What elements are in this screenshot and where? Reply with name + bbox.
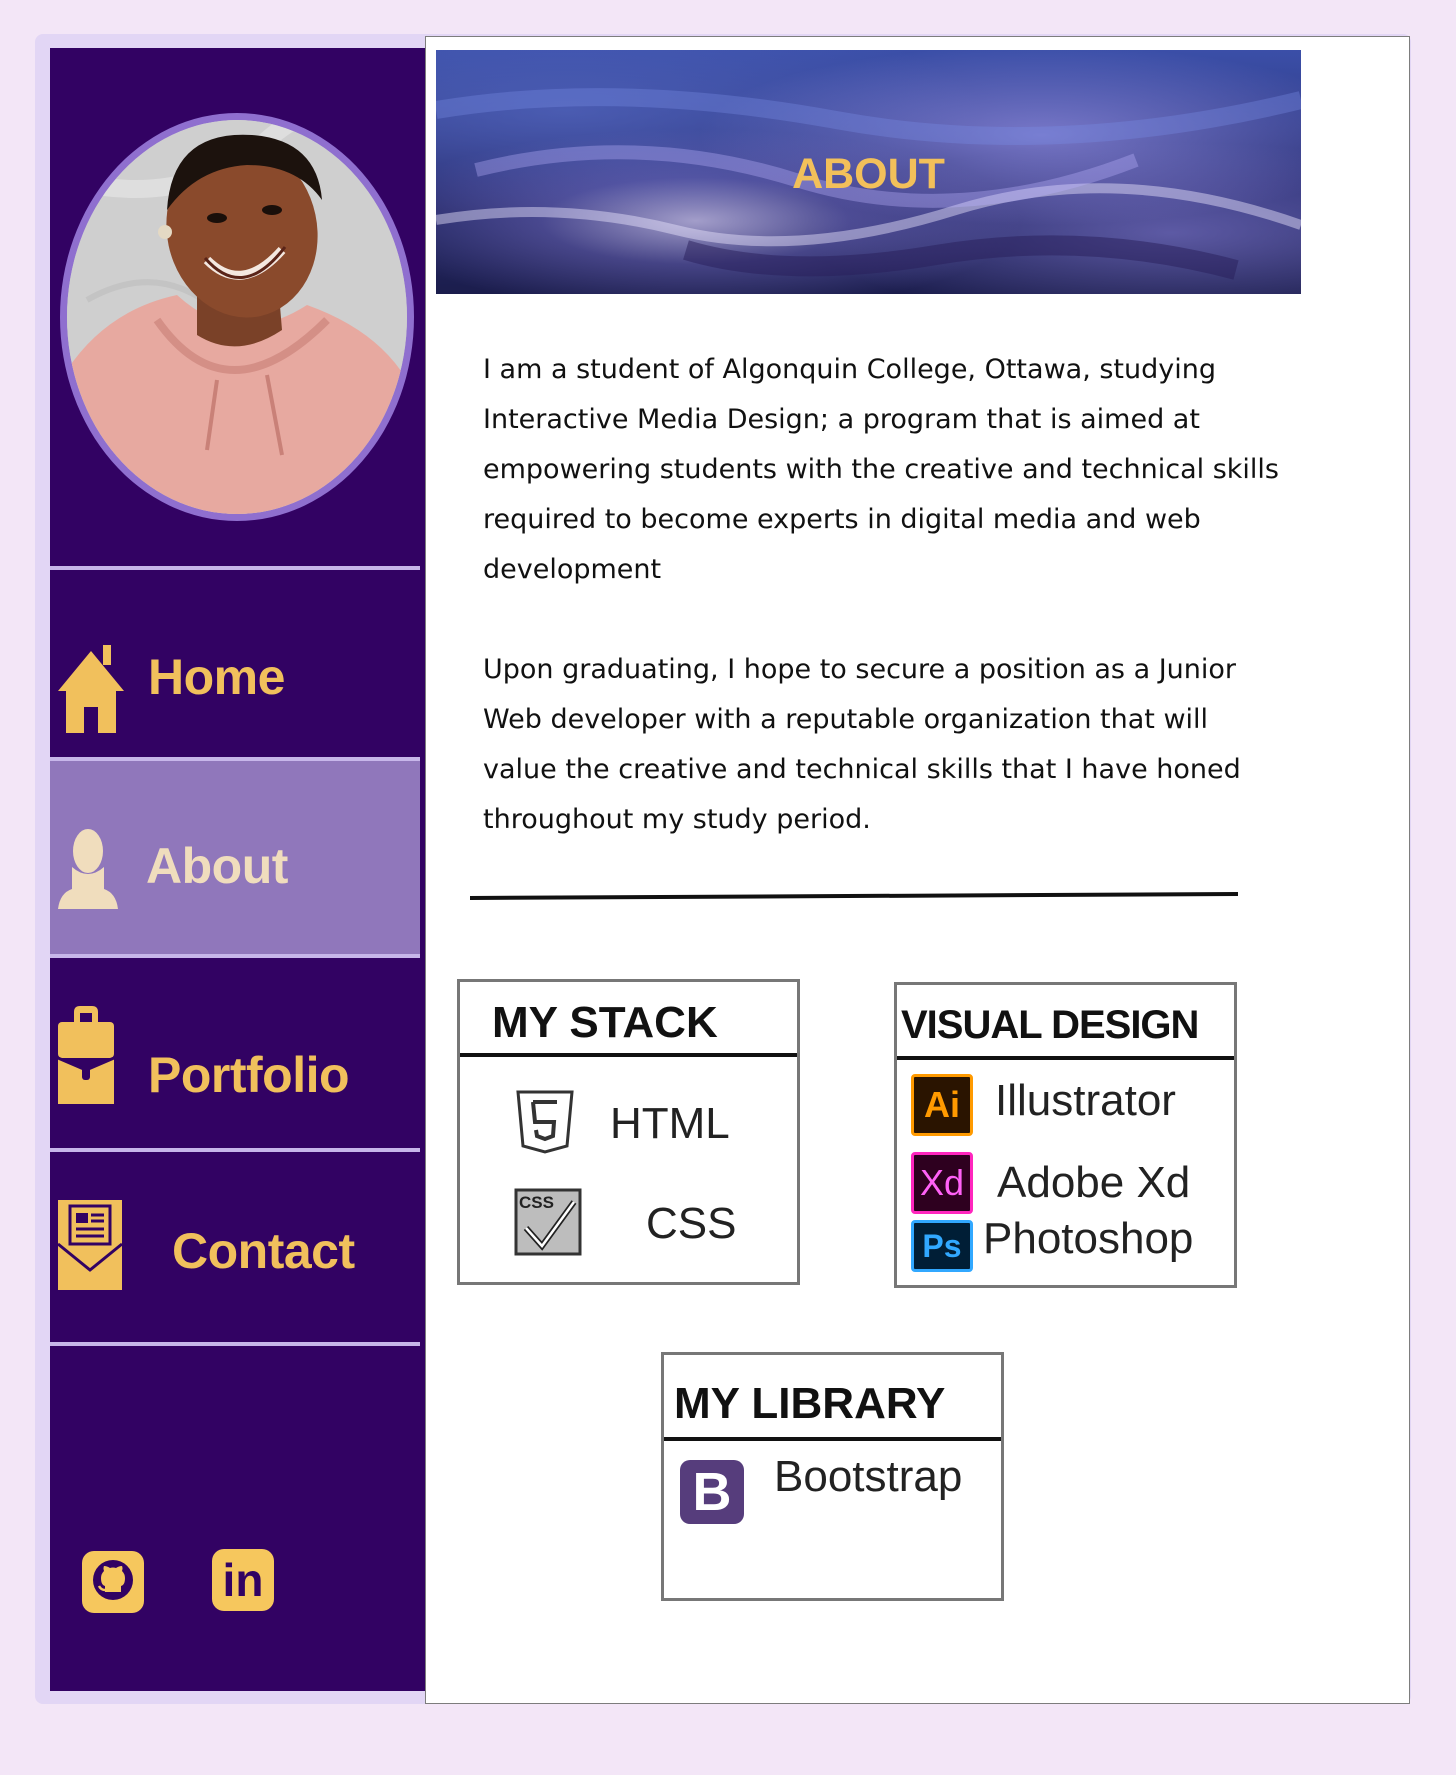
visual-design-card: VISUAL DESIGN Ai Illustrator Xd Adobe Xd… (894, 982, 1237, 1288)
stack-card: MY STACK HTML CSS CSS (457, 979, 800, 1285)
vd-item-photoshop: Ps Photoshop (911, 1214, 1193, 1272)
css-check-icon: CSS (514, 1188, 582, 1260)
sidebar-divider (50, 1342, 420, 1346)
svg-text:CSS: CSS (519, 1193, 554, 1212)
stack-label-css: CSS (646, 1199, 737, 1248)
profile-photo (60, 113, 414, 521)
illustrator-icon: Ai (911, 1074, 973, 1136)
sidebar: Home About Portfolio Contact in (50, 48, 425, 1691)
nav-label-contact: Contact (172, 1223, 355, 1279)
envelope-icon (57, 1200, 123, 1294)
nav-item-contact[interactable]: Contact (50, 1152, 420, 1342)
vd-label-photoshop: Photoshop (983, 1214, 1194, 1263)
html5-icon (516, 1090, 574, 1158)
library-title: MY LIBRARY (664, 1355, 1001, 1441)
briefcase-icon (57, 1006, 115, 1108)
visual-design-title: VISUAL DESIGN (897, 985, 1234, 1060)
library-label-bootstrap: Bootstrap (774, 1452, 963, 1501)
about-paragraph-1: I am a student of Algonquin College, Ott… (483, 354, 1279, 585)
nav-label-home: Home (148, 649, 285, 705)
nav-label-portfolio: Portfolio (148, 1047, 350, 1103)
linkedin-link[interactable]: in (212, 1549, 274, 1611)
stack-item-html: HTML (516, 1090, 730, 1158)
nav-label-about: About (146, 838, 288, 894)
vd-item-xd: Xd Adobe Xd (911, 1152, 1190, 1214)
github-icon (91, 1558, 135, 1606)
stack-label-html: HTML (610, 1099, 730, 1148)
about-paragraph-2: Upon graduating, I hope to secure a posi… (483, 654, 1241, 835)
bootstrap-icon: B (680, 1460, 744, 1524)
home-icon (58, 645, 124, 737)
vd-label-xd: Adobe Xd (997, 1158, 1191, 1207)
nav-item-portfolio[interactable]: Portfolio (50, 958, 420, 1148)
banner-title: ABOUT (792, 150, 945, 198)
github-link[interactable] (82, 1551, 144, 1613)
photoshop-icon: Ps (911, 1220, 973, 1272)
main-content: ABOUT I am a student of Algonquin Colleg… (425, 36, 1410, 1704)
stack-item-css: CSS CSS (514, 1188, 736, 1260)
stack-title: MY STACK (460, 982, 797, 1057)
nav-item-about[interactable]: About (50, 761, 420, 954)
library-item-bootstrap: B Bootstrap (680, 1452, 962, 1524)
about-banner: ABOUT (436, 50, 1301, 294)
person-icon (58, 829, 118, 913)
linkedin-icon: in (222, 1554, 264, 1606)
xd-icon: Xd (911, 1152, 973, 1214)
section-divider (469, 891, 1239, 901)
library-card: MY LIBRARY B Bootstrap (661, 1352, 1004, 1601)
vd-label-illustrator: Illustrator (995, 1076, 1176, 1125)
vd-item-illustrator: Ai Illustrator (911, 1074, 1176, 1136)
nav-item-home[interactable]: Home (50, 570, 420, 782)
